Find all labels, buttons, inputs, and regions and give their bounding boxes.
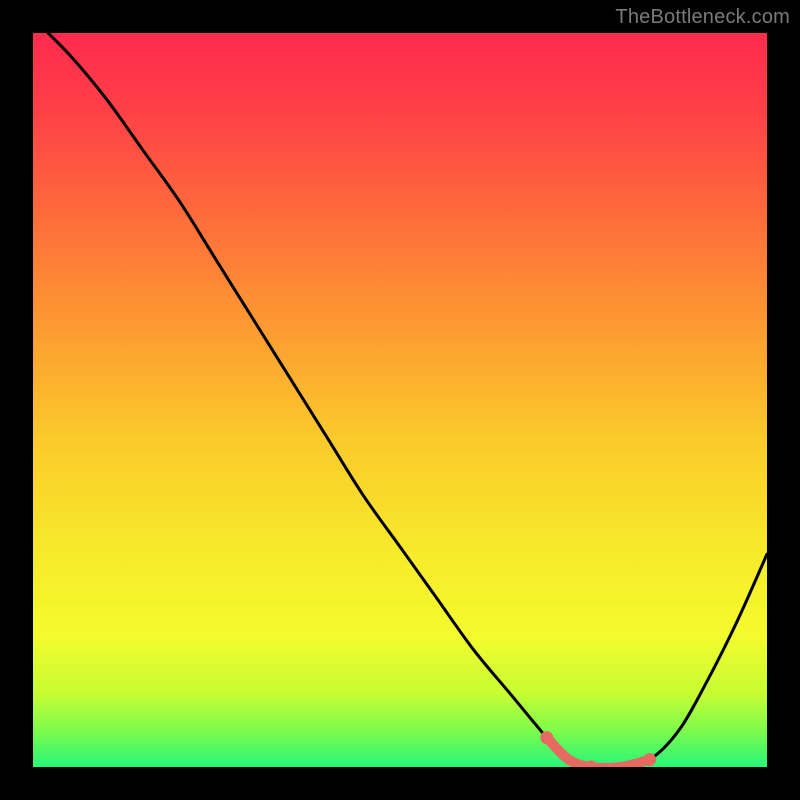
watermark-text: TheBottleneck.com xyxy=(615,6,790,29)
plot-area xyxy=(33,33,767,767)
background-gradient xyxy=(33,33,767,767)
chart-frame: TheBottleneck.com xyxy=(0,0,800,800)
